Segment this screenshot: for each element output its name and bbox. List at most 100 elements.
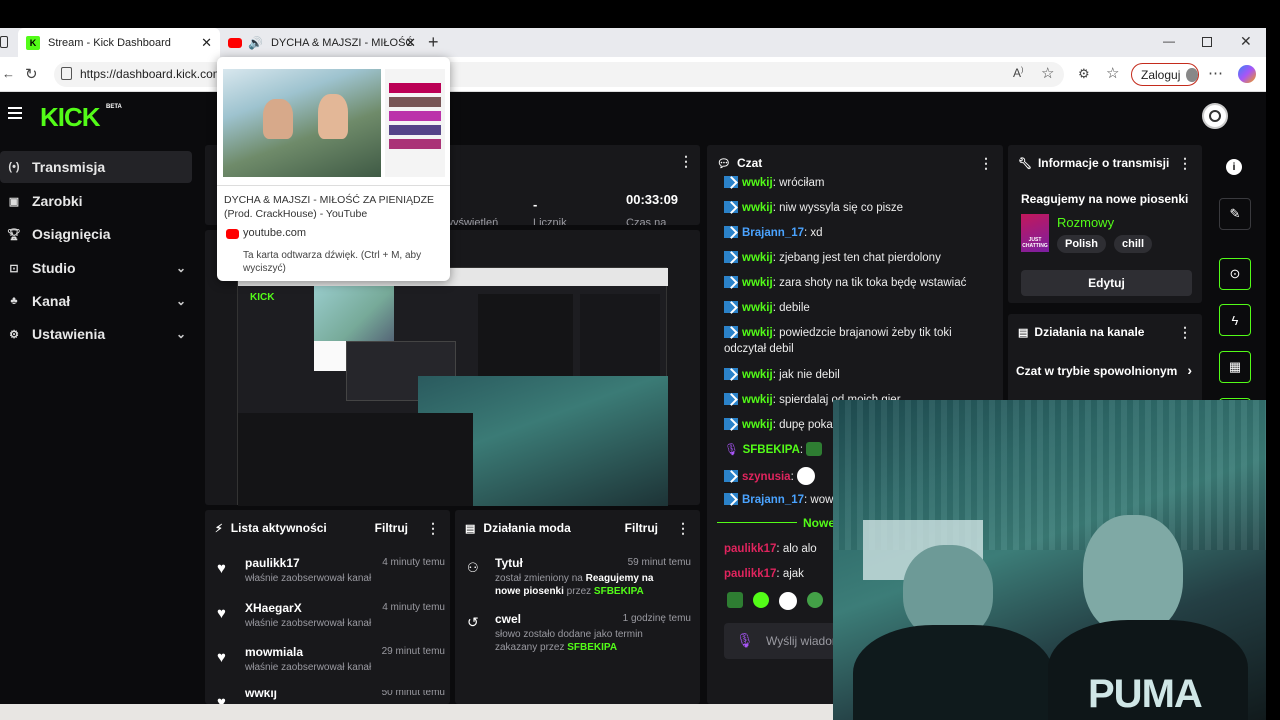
activity-user[interactable]: XHaegarX [245, 601, 302, 615]
signin-label: Zaloguj [1141, 67, 1181, 82]
favorite-icon[interactable]: ☆ [1041, 64, 1054, 82]
back-icon[interactable]: ← [2, 66, 15, 81]
more-options-icon[interactable]: ⋮ [979, 155, 993, 172]
close-tab-icon[interactable]: ✕ [405, 35, 416, 51]
tab-kick-dashboard[interactable]: K Stream - Kick Dashboard ✕ [18, 28, 220, 57]
chat-username[interactable]: Brajann_17 [742, 494, 804, 506]
chat-username[interactable]: SFBEKIPA [743, 444, 800, 456]
minimize-icon[interactable]: — [1163, 34, 1175, 48]
emote-icon[interactable] [727, 592, 743, 608]
more-options-icon[interactable]: ⋮ [1178, 155, 1192, 172]
mod-item-title: cwel [495, 612, 522, 626]
mod-item: ⚇ Tytuł 59 minut temu został zmieniony n… [467, 556, 691, 608]
notes-button[interactable]: ▦ [1219, 351, 1251, 383]
mod-filter-button[interactable]: Filtruj [625, 521, 658, 535]
slow-mode-row[interactable]: Czat w trybie spowolnionym › [1016, 362, 1194, 378]
mod-desc-user[interactable]: SFBEKIPA [594, 586, 644, 597]
read-aloud-icon[interactable]: A) [1013, 66, 1023, 80]
emote-icon[interactable] [779, 592, 797, 610]
copilot-icon[interactable] [1238, 65, 1256, 83]
sidebar-item-studio[interactable]: ⊡ Studio ⌄ [0, 252, 192, 284]
more-options-icon[interactable]: ⋮ [1178, 324, 1192, 341]
chat-username[interactable]: wwkij [742, 419, 773, 431]
activity-desc: właśnie zaobserwował kanał [245, 573, 372, 584]
sidebar-item-label: Transmisja [32, 159, 106, 175]
chat-username[interactable]: wwkij [742, 177, 773, 189]
new-tab-icon[interactable]: + [428, 32, 439, 53]
more-options-icon[interactable]: ⋮ [676, 520, 690, 537]
more-options-icon[interactable]: ⋮ [679, 153, 693, 170]
stat-label: wyświetleń [445, 217, 499, 225]
broadcast-icon: (•) [8, 161, 20, 173]
menu-icon[interactable] [8, 107, 22, 119]
shirt-logo: PUMA [1088, 672, 1203, 716]
chat-username[interactable]: wwkij [742, 302, 773, 314]
favorites-icon[interactable]: ☆ [1106, 64, 1119, 82]
info-icon[interactable]: i [1226, 159, 1242, 175]
restore-icon[interactable] [1202, 37, 1212, 47]
more-options-icon[interactable]: ⋮ [426, 520, 440, 537]
preview-logo: KICK [250, 292, 275, 303]
person-body [853, 625, 1053, 720]
activity-filter-button[interactable]: Filtruj [375, 521, 408, 535]
address-bar[interactable]: https://dashboard.kick.com A) ☆ [54, 62, 1064, 87]
chat-text: wow [810, 494, 834, 506]
chat-username[interactable]: Brajann_17 [742, 227, 804, 239]
tag: chill [1114, 235, 1153, 253]
avatar[interactable] [1202, 103, 1228, 129]
slow-mode-label: Czat w trybie spowolnionym [1016, 364, 1178, 378]
category-thumbnail: JUST CHATTING [1021, 214, 1049, 252]
chat-username[interactable]: wwkij [742, 277, 773, 289]
more-icon[interactable]: ⋯ [1208, 64, 1223, 82]
sidebar-item-osiagniecia[interactable]: 🏆︎ Osiągnięcia [0, 218, 192, 250]
activity-time: 4 minuty temu [382, 557, 445, 568]
stat-label: Licznik [533, 217, 567, 225]
activity-user[interactable]: mowmiala [245, 645, 303, 659]
lightning-icon: ⚡︎ [215, 522, 223, 535]
signin-button[interactable]: Zaloguj [1131, 63, 1199, 86]
pencil-icon: ✎ [1229, 206, 1241, 221]
chat-username[interactable]: paulikk17 [724, 568, 776, 580]
sidebar-item-kanal[interactable]: ♣ Kanał ⌄ [0, 285, 192, 317]
sidebar-item-ustawienia[interactable]: ⚙ Ustawienia ⌄ [0, 318, 192, 350]
chat-message: Brajann_17: wow [724, 492, 833, 508]
emote-icon[interactable] [753, 592, 769, 608]
stream-preview[interactable]: KICK [237, 267, 668, 506]
kick-logo[interactable]: KICK [40, 102, 101, 133]
sidebar-item-zarobki[interactable]: ▣ Zarobki [0, 185, 192, 217]
activity-user[interactable]: paulikk17 [245, 556, 300, 570]
preview-activity [238, 413, 473, 506]
edit-pencil-button[interactable]: ✎ [1219, 198, 1251, 230]
sidebar-item-label: Zarobki [32, 193, 83, 209]
chat-username[interactable]: wwkij [742, 327, 773, 339]
sidebar-item-transmisja[interactable]: (•) Transmisja [0, 151, 192, 183]
chat-username[interactable]: wwkij [742, 369, 773, 381]
category-name[interactable]: Rozmowy [1057, 215, 1114, 230]
thumbnail-text: JUST CHATTING [1022, 237, 1048, 249]
chat-username[interactable]: wwkij [742, 394, 773, 406]
emote-icon[interactable] [807, 592, 823, 608]
activity-user[interactable]: wwkij [245, 690, 277, 700]
edit-button[interactable]: Edytuj [1021, 270, 1192, 296]
chat-message: paulikk17: alo alo [724, 543, 817, 555]
refresh-icon[interactable]: ↻ [25, 65, 38, 83]
chat-text: odczytał debil [724, 343, 794, 355]
tab-actions-icon[interactable] [0, 36, 8, 48]
chat-username[interactable]: wwkij [742, 252, 773, 264]
extensions-icon[interactable]: ⚙ [1078, 66, 1090, 82]
chat-username[interactable]: wwkij [742, 202, 773, 214]
wrench-icon: 🔧︎ [1018, 157, 1032, 170]
mod-desc-user[interactable]: SFBEKIPA [567, 642, 617, 653]
speaker-icon[interactable]: 🔊 [248, 36, 263, 50]
chat-username[interactable]: szynusia [742, 471, 791, 483]
emote-icon [806, 442, 823, 456]
close-tab-icon[interactable]: ✕ [201, 35, 212, 51]
mic-icon: 🎙︎ [724, 444, 739, 456]
tab-youtube[interactable]: 🔊 DYCHA & MAJSZI - MIŁOŚĆ ✕ [222, 28, 422, 57]
lightning-button[interactable]: ϟ [1219, 304, 1251, 336]
close-window-icon[interactable]: ✕ [1240, 33, 1252, 50]
badge-icon [724, 368, 738, 380]
divider [217, 185, 450, 186]
camera-button[interactable]: ⊙ [1219, 258, 1251, 290]
chat-username[interactable]: paulikk17 [724, 543, 776, 555]
